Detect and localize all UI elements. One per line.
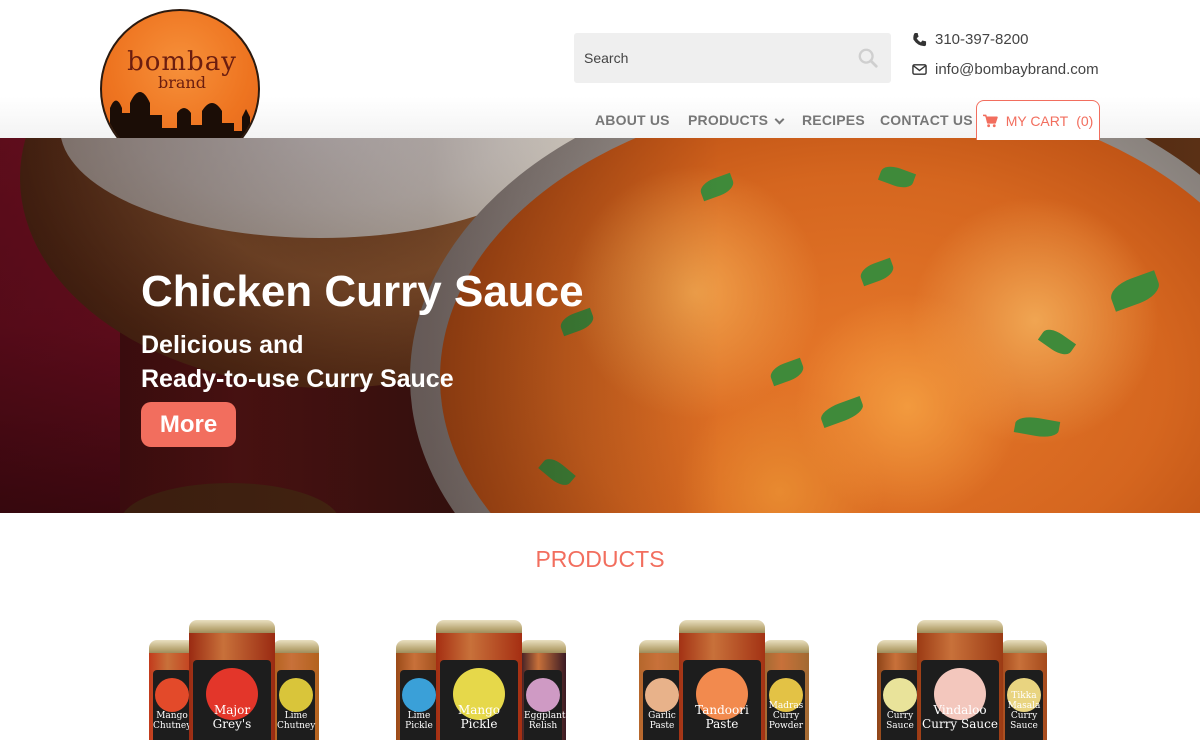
email-address: info@bombaybrand.com [935,61,1099,78]
contact-email[interactable]: info@bombaybrand.com [912,61,1099,78]
nav-recipes[interactable]: RECIPES [802,112,865,128]
jar-label: Madras Curry Powder [767,670,805,740]
logo-word-brand: brand [158,73,206,92]
phone-icon [913,32,927,47]
jar-label: Vindaloo Curry Sauce [921,660,999,740]
product-jar-image: Major Grey's [189,620,275,740]
nav-products-label: PRODUCTS [688,112,769,128]
jar-label-name: Tandoori Paste [695,703,749,731]
product-card[interactable]: Curry Sauce Tikka Masala Curry Sauce Vinda… [873,604,1048,740]
hero-subtitle-line1: Delicious and [141,331,304,359]
phone-number: 310-397-8200 [935,31,1029,48]
jar-label-emblem-icon [155,678,189,712]
jar-label: Mango Chutney [153,670,191,740]
product-jar-image: Lime Chutney [273,640,319,740]
cart-count: (0) [1076,112,1094,129]
jar-label-emblem-icon [402,678,436,712]
hero-overlay [0,138,720,513]
chevron-down-icon [774,114,785,125]
jar-label: Lime Chutney [277,670,315,740]
envelope-icon [912,64,927,75]
brand-logo[interactable]: bombay brand [100,9,260,138]
search-input[interactable] [584,33,844,83]
product-jar-image: Eggplant Relish [520,640,566,740]
product-card[interactable]: Lime Pickle Eggplant Relish Mango Pickle [392,604,567,740]
jar-label-name: Garlic Paste [648,711,676,731]
product-jar-image: Tikka Masala Curry Sauce [1001,640,1047,740]
hero-banner: Chicken Curry Sauce Delicious and Ready-… [0,138,1200,513]
contact-phone[interactable]: 310-397-8200 [912,31,1028,48]
more-button[interactable]: More [141,402,236,447]
jar-label-name: Lime Pickle [405,711,433,731]
jar-label: Tikka Masala Curry Sauce [1005,670,1043,740]
jar-label: Tandoori Paste [683,660,761,740]
search-icon[interactable] [857,47,879,69]
product-jar-image: Madras Curry Powder [763,640,809,740]
jar-label: Lime Pickle [400,670,438,740]
jar-label-name: Eggplant Relish [524,711,566,731]
jar-label-emblem-icon [526,678,560,712]
jar-label-name: Tikka Masala Curry Sauce [1007,691,1041,731]
logo-badge: bombay brand [100,9,260,138]
jar-label: Major Grey's [193,660,271,740]
site-header: bombay brand 310-397-8200 info@bombaybra… [0,0,1200,140]
my-cart-button[interactable]: MY CART (0) [976,100,1100,140]
jar-label-name: Major Grey's [212,703,252,731]
products-heading: PRODUCTS [535,546,665,572]
jar-label-name: Madras Curry Powder [768,701,804,731]
product-card[interactable]: Mango Chutney Lime Chutney Major Grey's [145,604,320,740]
hero-subtitle: Delicious and Ready-to-use Curry Sauce [141,328,454,396]
hero-title: Chicken Curry Sauce [141,267,584,316]
jar-label-name: Vindaloo Curry Sauce [922,703,998,731]
product-jar-image: Vindaloo Curry Sauce [917,620,1003,740]
nav-about-us[interactable]: ABOUT US [595,112,670,128]
jar-label-emblem-icon [645,678,679,712]
shopping-cart-icon [982,114,998,127]
jar-label-emblem-icon [883,678,917,712]
product-jar-image: Mango Pickle [436,620,522,740]
jar-label: Garlic Paste [643,670,681,740]
jar-label-name: Curry Sauce [886,711,914,731]
product-jar-image: Tandoori Paste [679,620,765,740]
jar-label-name: Mango Pickle [457,703,501,731]
nav-products[interactable]: PRODUCTS [688,112,785,128]
cart-label: MY CART [1005,112,1069,129]
jar-label-name: Mango Chutney [153,711,192,731]
jar-label-name: Lime Chutney [277,711,316,731]
search-bar [574,33,891,83]
jar-label: Curry Sauce [881,670,919,740]
hero-subtitle-line2: Ready-to-use Curry Sauce [141,365,454,393]
jar-label-emblem-icon [279,678,313,712]
jar-label: Eggplant Relish [524,670,566,740]
product-card[interactable]: Garlic Paste Madras Curry Powder Tandoori … [635,604,810,740]
jar-label: Mango Pickle [440,660,518,740]
nav-contact-us[interactable]: CONTACT US [880,112,973,128]
